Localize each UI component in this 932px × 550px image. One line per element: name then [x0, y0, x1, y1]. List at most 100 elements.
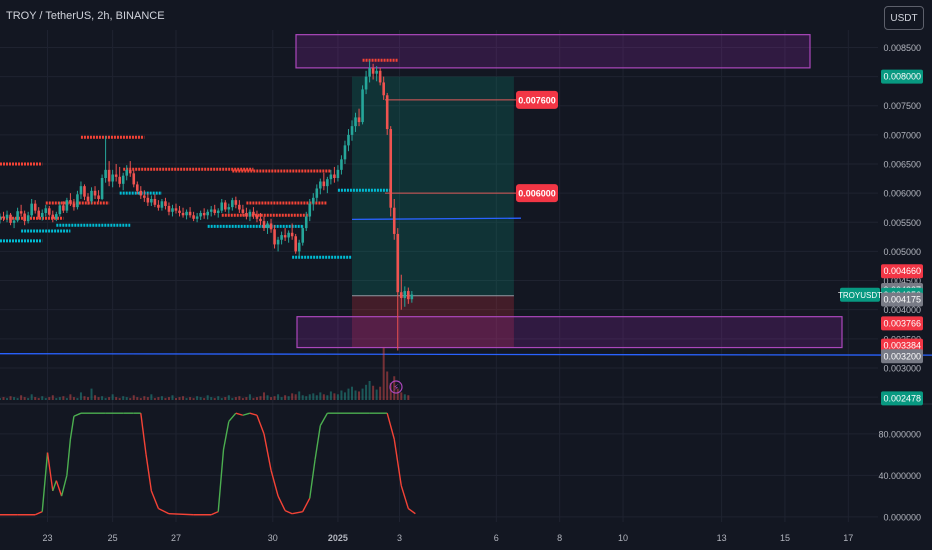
volume-bar: [301, 395, 304, 400]
candle-body: [392, 207, 396, 234]
volume-bar: [382, 347, 385, 400]
volume-bar: [55, 398, 58, 400]
x-tick-label: 6: [494, 533, 499, 543]
volume-bar: [185, 398, 188, 400]
y-tick-label: 0.003000: [883, 363, 921, 373]
currency-button[interactable]: USDT: [884, 6, 924, 30]
candle-body: [146, 197, 150, 203]
candle-body: [65, 200, 69, 211]
candle-body: [93, 190, 97, 196]
y-tick-label: 0.007000: [883, 130, 921, 140]
volume-bar: [266, 395, 269, 400]
volume-bar: [277, 394, 280, 400]
trading-chart[interactable]: 0.008500 0.008000 0.007500 0.007000 0.006500…: [0, 0, 932, 550]
volume-bar: [196, 396, 199, 400]
candle-body: [276, 239, 280, 245]
candle-body: [107, 169, 111, 182]
candle-body: [213, 209, 217, 213]
candle-body: [407, 291, 410, 300]
volume-bar: [224, 397, 227, 400]
candle-body: [79, 186, 83, 195]
volume-bar: [358, 391, 361, 400]
volume-bar: [379, 386, 382, 400]
candle-body: [234, 200, 238, 205]
candle-body: [269, 223, 273, 230]
candle-body: [266, 223, 269, 229]
candle-body: [199, 212, 202, 217]
candle-body: [0, 216, 2, 220]
volume-bar: [400, 392, 403, 400]
candle-body: [245, 212, 248, 217]
target-label: 0.007600: [518, 95, 556, 105]
candle-body: [368, 67, 371, 77]
volume-bar: [111, 394, 114, 400]
y-tick-label: 0.006500: [883, 160, 921, 170]
volume-bar: [101, 396, 104, 400]
volume-bar: [13, 397, 16, 400]
candle-body: [30, 203, 33, 216]
volume-bar: [37, 398, 40, 400]
volume-bar: [305, 396, 308, 400]
candle-body: [220, 202, 224, 211]
volume-bar: [294, 394, 297, 400]
candle-body: [209, 209, 213, 212]
candle-body: [202, 212, 206, 216]
volume-bar: [139, 398, 142, 400]
volume-bar: [76, 398, 79, 400]
oscillator-tick: 80.000000: [878, 429, 921, 439]
candle-body: [90, 190, 93, 202]
volume-bar: [30, 394, 33, 400]
price-label: 0.004175: [883, 294, 921, 304]
volume-bar: [125, 397, 128, 400]
price-label: 0.003384: [883, 341, 921, 351]
candle-body: [273, 229, 276, 245]
lightning-glyph: ⚡: [393, 384, 399, 394]
volume-bar: [280, 397, 283, 400]
candle-body: [311, 197, 315, 204]
volume-bar: [72, 397, 75, 400]
candle-body: [185, 211, 188, 216]
candle-body: [347, 134, 350, 146]
oscillator-tick: 0.000000: [883, 512, 921, 522]
candle-body: [12, 220, 16, 223]
candle-body: [382, 82, 385, 96]
x-tick-label: 10: [618, 533, 628, 543]
candle-body: [403, 291, 407, 299]
candle-body: [333, 174, 336, 178]
candle-body: [322, 181, 326, 187]
profit-zone: [352, 76, 514, 296]
volume-bar: [157, 397, 160, 400]
volume-bar: [322, 394, 325, 400]
volume-bar: [315, 395, 318, 400]
volume-bar: [171, 395, 174, 400]
volume-bar: [273, 396, 276, 400]
candle-body: [174, 208, 178, 211]
candle-body: [23, 213, 26, 222]
candle-body: [238, 204, 241, 210]
volume-bar: [16, 398, 19, 400]
volume-bar: [372, 385, 375, 400]
candle-body: [188, 211, 192, 216]
candle-body: [336, 169, 340, 178]
volume-bar: [319, 392, 322, 400]
candle-body: [410, 294, 414, 300]
volume-bar: [115, 397, 118, 400]
candle-body: [97, 195, 100, 199]
volume-bar: [0, 398, 1, 400]
candle-body: [287, 232, 290, 238]
volume-bar: [217, 396, 220, 400]
y-tick-label: 0.005500: [883, 218, 921, 228]
volume-bar: [403, 394, 406, 400]
candle-body: [5, 214, 9, 219]
volume-bar: [62, 396, 65, 400]
candle-body: [104, 169, 107, 178]
candle-body: [181, 212, 185, 216]
candle-body: [100, 178, 104, 199]
candle-body: [2, 216, 5, 219]
price-label: 0.002478: [883, 393, 921, 403]
candle-body: [357, 117, 361, 123]
candle-body: [111, 174, 114, 182]
volume-bar: [51, 395, 54, 400]
y-tick-label: 0.005000: [883, 247, 921, 257]
price-label: 0.004660: [883, 266, 921, 276]
